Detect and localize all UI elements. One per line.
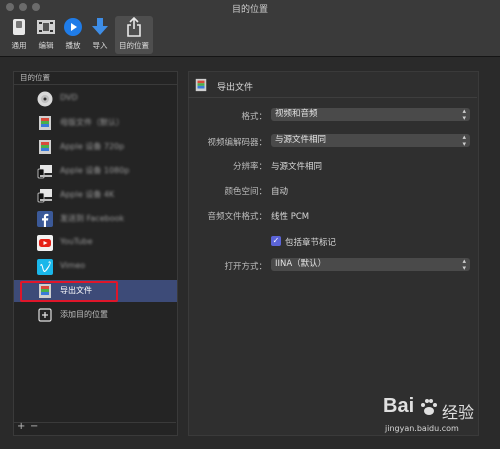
sidebar-item-apple-4k[interactable]: Apple 设备 4K: [14, 184, 177, 206]
panel-title: 导出文件: [217, 83, 254, 93]
share-icon: [124, 17, 144, 37]
audio-format-value: 线性 PCM: [271, 212, 310, 222]
sidebar-item-label: Apple 设备 4K: [60, 190, 115, 199]
remove-destination-button[interactable]: −: [30, 421, 38, 432]
preferences-toolbar: 通用 编辑 播放 导入 目的位置: [0, 15, 500, 57]
checkmark-icon: ✓: [272, 236, 280, 245]
sidebar-item-master-file[interactable]: 母版文件（默认）: [14, 112, 177, 134]
stepper-arrows-icon: ▴ ▾: [462, 257, 466, 272]
format-label: 格式：: [241, 112, 267, 122]
resolution-value: 与源文件相同: [271, 162, 323, 172]
sidebar-item-dvd[interactable]: DVD: [14, 88, 177, 110]
sidebar-item-apple-720p[interactable]: Apple 设备 720p: [14, 136, 177, 158]
sidebar-item-apple-1080p[interactable]: Apple 设备 1080p: [14, 160, 177, 182]
tab-destinations[interactable]: 目的位置: [115, 16, 153, 54]
tab-edit[interactable]: 编辑: [32, 16, 60, 54]
sidebar-item-label: Apple 设备 720p: [60, 142, 125, 151]
tab-playback[interactable]: 播放: [59, 16, 87, 54]
sidebar-item-label: 母版文件（默认）: [60, 118, 124, 127]
facebook-icon: [37, 211, 53, 227]
tab-general[interactable]: 通用: [5, 16, 33, 54]
open-with-label: 打开方式：: [224, 262, 267, 272]
sidebar-item-add-destination[interactable]: 添加目的位置: [14, 304, 177, 326]
codec-label: 视频编解码器：: [207, 138, 267, 148]
chapters-label: 包括章节标记: [285, 238, 337, 248]
devices-icon: [37, 165, 52, 179]
title-bar: 目的位置: [0, 0, 500, 16]
colorspace-label: 颜色空间：: [224, 187, 267, 197]
sidebar-item-vimeo[interactable]: Vimeo: [14, 256, 177, 278]
add-destination-button[interactable]: +: [17, 421, 25, 432]
film-icon: [39, 116, 51, 130]
stepper-arrows-icon: ▴ ▾: [462, 133, 466, 148]
switch-icon: [9, 17, 29, 37]
film-icon: [39, 140, 51, 154]
film-icon: [195, 78, 207, 92]
destination-settings-panel: [188, 71, 479, 436]
devices-icon: [37, 189, 52, 203]
open-with-select[interactable]: IINA（默认） ▴ ▾: [271, 257, 470, 272]
sidebar-header: 目的位置: [14, 72, 177, 85]
baidu-watermark: Bai 经验 jingyan.baidu.com: [383, 395, 475, 433]
codec-select[interactable]: 与源文件相同 ▴ ▾: [271, 133, 470, 148]
sidebar-item-label: YouTube: [60, 237, 93, 246]
sidebar-item-label: 发送到 Facebook: [60, 214, 125, 223]
resolution-label: 分辨率：: [232, 162, 267, 172]
sidebar-item-facebook[interactable]: 发送到 Facebook: [14, 208, 177, 230]
download-arrow-icon: [90, 17, 110, 37]
youtube-icon: [37, 235, 53, 251]
sidebar-item-label: DVD: [60, 93, 78, 102]
destinations-sidebar: 目的位置 DVD 母版文件（默认） Apple 设备 720p Apple 设备…: [13, 71, 178, 436]
sidebar-item-youtube[interactable]: YouTube: [14, 232, 177, 254]
plus-box-icon: [38, 308, 52, 322]
sidebar-item-label: 添加目的位置: [60, 310, 108, 319]
stepper-arrows-icon: ▴ ▾: [462, 107, 466, 122]
window-title: 目的位置: [231, 5, 268, 15]
chapters-checkbox[interactable]: ✓: [271, 236, 281, 246]
dvd-icon: [37, 91, 53, 107]
format-select[interactable]: 视频和音频 ▴ ▾: [271, 107, 470, 122]
sidebar-footer: + −: [13, 421, 176, 435]
tab-import[interactable]: 导入: [86, 16, 114, 54]
sidebar-item-label: Apple 设备 1080p: [60, 166, 130, 175]
sidebar-item-label: Vimeo: [60, 261, 86, 270]
film-edit-icon: [36, 17, 56, 37]
highlight-box: [20, 281, 118, 302]
play-icon: [63, 17, 83, 37]
audio-format-label: 音频文件格式：: [207, 212, 267, 222]
paw-icon: [421, 399, 437, 415]
divider: [188, 97, 477, 98]
colorspace-value: 自动: [271, 187, 289, 197]
vimeo-icon: [37, 259, 53, 275]
